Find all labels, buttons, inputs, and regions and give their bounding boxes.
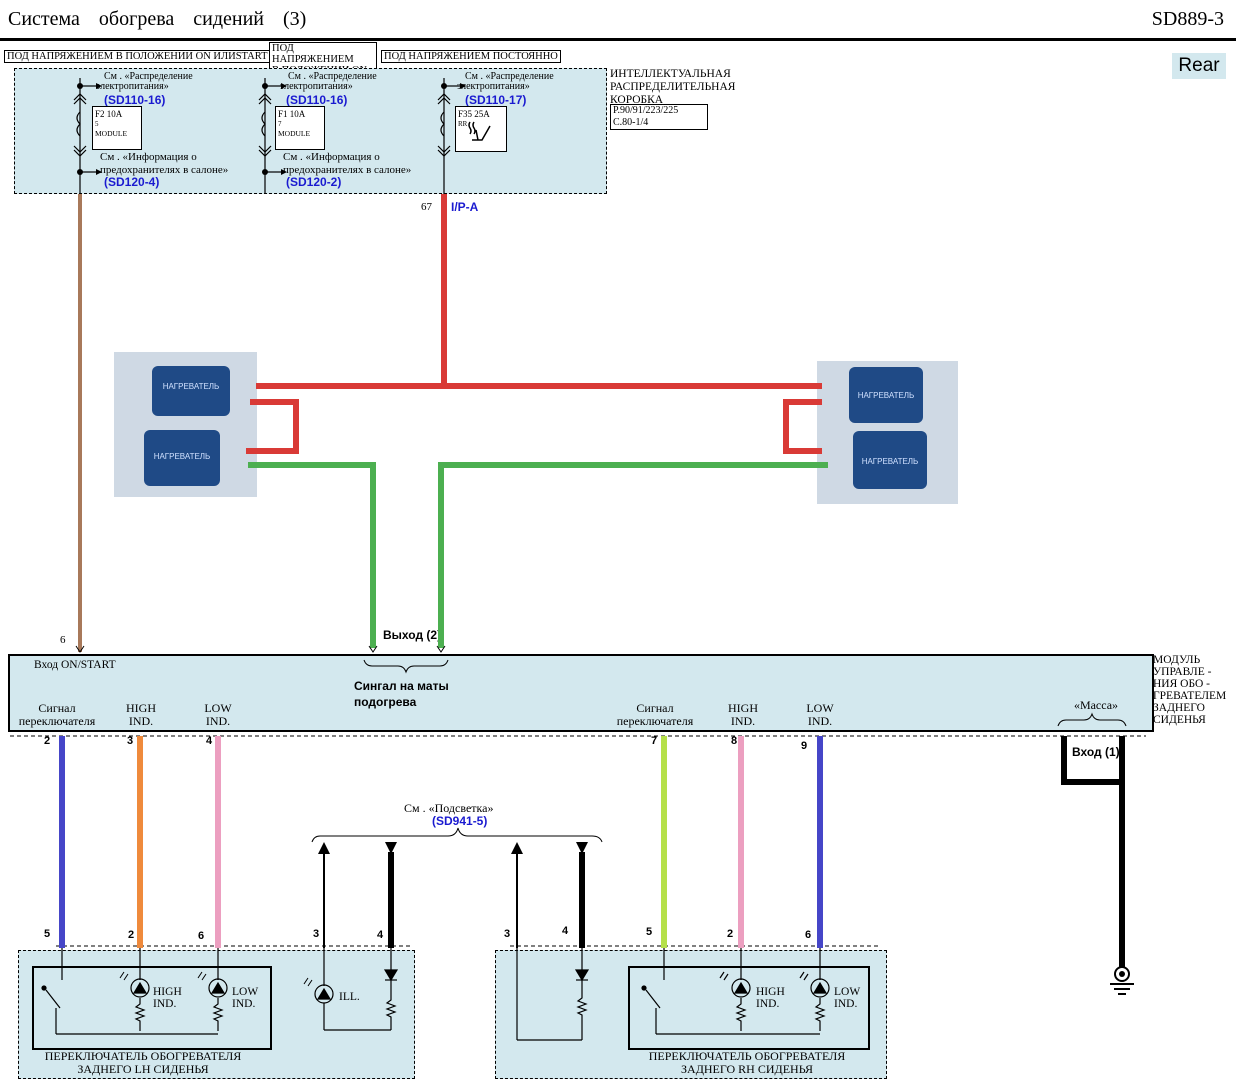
wire-red-constant bbox=[246, 194, 822, 454]
ground-bracket bbox=[1057, 712, 1127, 727]
jb-arrow-4 bbox=[96, 169, 102, 175]
lighting-bracket bbox=[311, 827, 603, 843]
jb-arrow-1 bbox=[96, 83, 102, 89]
lighting-arrows bbox=[318, 842, 588, 948]
seat-heater-icon bbox=[468, 121, 491, 141]
lh-switch-internals bbox=[41, 948, 399, 1035]
jb-arrow-2 bbox=[281, 83, 287, 89]
jb-arrow-3 bbox=[460, 83, 466, 89]
dashed-lines bbox=[10, 735, 1146, 947]
jb-dot-2 bbox=[262, 83, 268, 89]
wiring-diagram bbox=[10, 78, 1146, 1041]
jb-internal-lines bbox=[73, 78, 460, 194]
ground-icon bbox=[1110, 966, 1134, 995]
wire-black-ground bbox=[1061, 736, 1125, 968]
jb-dot-3 bbox=[441, 83, 447, 89]
module-top-connectors bbox=[75, 645, 449, 674]
jb-arrow-5 bbox=[281, 169, 287, 175]
jb-dot-5 bbox=[262, 169, 268, 175]
jb-dot-1 bbox=[77, 83, 83, 89]
jb-dot-4 bbox=[77, 169, 83, 175]
jb-dots bbox=[77, 83, 466, 175]
wire-green-output bbox=[248, 462, 828, 648]
rh-switch-internals bbox=[516, 948, 830, 1041]
